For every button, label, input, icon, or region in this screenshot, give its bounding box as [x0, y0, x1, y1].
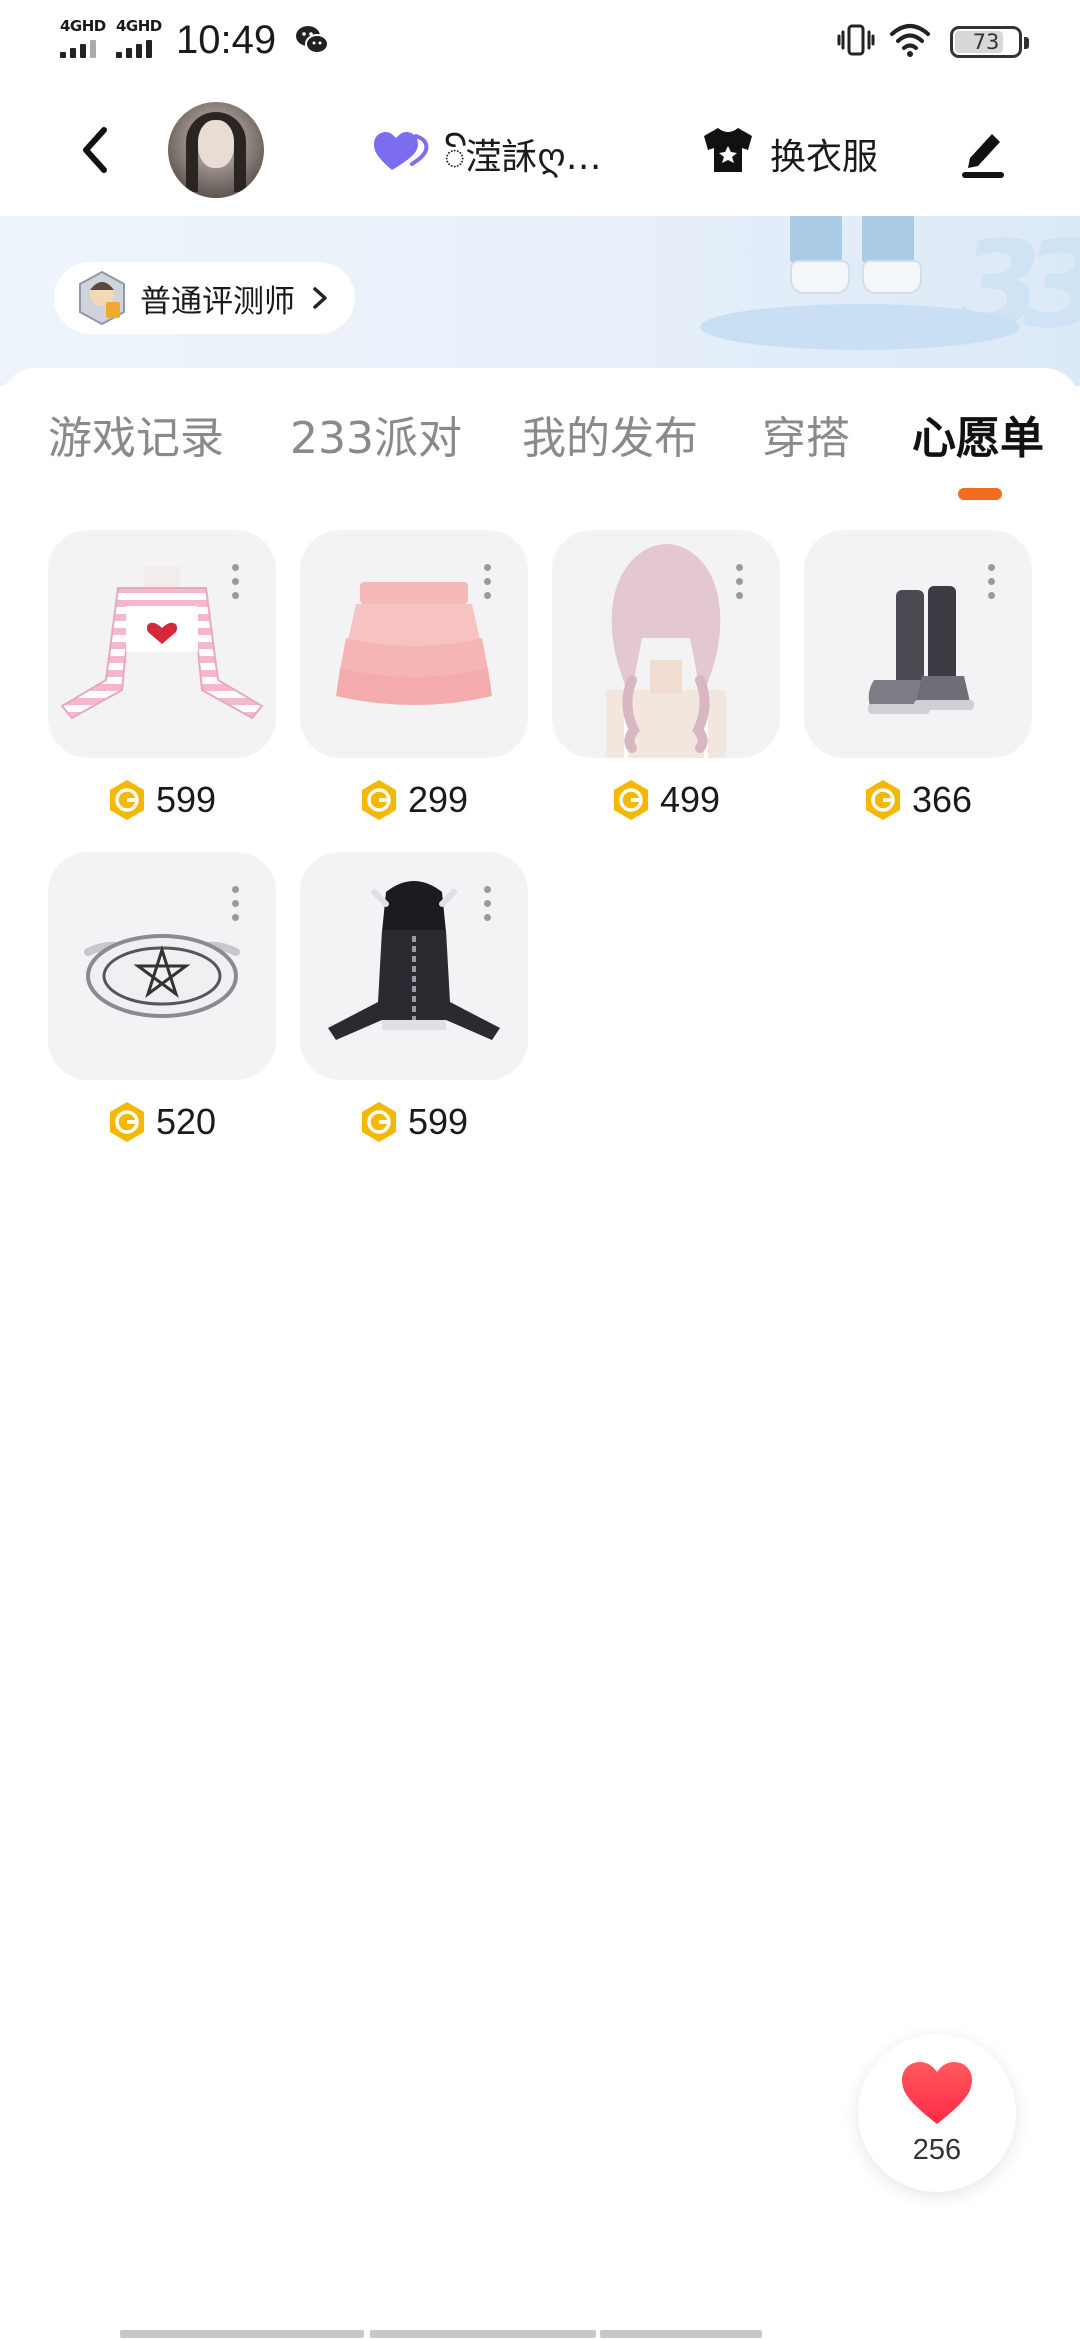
battery-icon: 73	[950, 26, 1029, 58]
wifi-icon	[890, 24, 930, 57]
back-button[interactable]	[70, 120, 120, 180]
battery-level: 73	[972, 30, 1000, 54]
like-button[interactable]: 256	[858, 2034, 1016, 2192]
username[interactable]: ꦼ滢訸ღ…	[444, 128, 602, 202]
price-value: 599	[155, 779, 217, 820]
coin-icon	[361, 1102, 396, 1142]
item-thumbnail[interactable]	[300, 530, 528, 758]
boots-image	[868, 586, 974, 714]
tab-wishlist[interactable]: 心愿单	[912, 402, 1044, 466]
avatar-shoe-left	[790, 216, 850, 296]
more-options-icon[interactable]	[482, 886, 492, 926]
shirt-icon[interactable]	[700, 124, 756, 176]
item-thumbnail[interactable]	[300, 852, 528, 1080]
price-value: 499	[659, 779, 721, 820]
price-value: 520	[155, 1101, 217, 1142]
signal-icon: 4GHD	[60, 17, 106, 58]
item-price: 599	[48, 776, 276, 824]
avatar[interactable]	[168, 102, 264, 198]
edit-icon[interactable]	[958, 124, 1008, 180]
item-thumbnail[interactable]	[48, 852, 276, 1080]
item-price: 366	[804, 776, 1032, 824]
tab-game-history[interactable]: 游戏记录	[48, 402, 224, 466]
reviewer-badge-icon	[79, 270, 125, 326]
coin-icon	[613, 780, 648, 820]
bottom-scroll-indicator	[120, 2330, 960, 2338]
profile-tabs: 游戏记录 233派对 我的发布 穿搭 心愿单	[0, 402, 1080, 482]
coin-icon	[361, 780, 396, 820]
signal-icon: 4GHD	[116, 17, 162, 58]
striped-top-image	[60, 566, 264, 720]
tab-outfits[interactable]: 穿搭	[762, 402, 850, 466]
heart-badge-icon	[374, 132, 429, 170]
item-price: 520	[48, 1098, 276, 1146]
tab-indicator	[958, 488, 1002, 500]
banner-platform	[700, 304, 1020, 350]
coin-icon	[109, 780, 144, 820]
wechat-icon	[296, 26, 329, 54]
pentagram-necklace-image	[84, 934, 240, 1018]
clock: 10:49	[176, 18, 277, 62]
coin-icon	[865, 780, 900, 820]
profile-header: ꦼ滢訸ღ… 换衣服	[0, 84, 1080, 216]
item-price: 599	[300, 1098, 528, 1146]
price-value: 599	[407, 1101, 469, 1142]
price-value: 366	[911, 779, 973, 820]
more-options-icon[interactable]	[482, 564, 492, 604]
vibrate-icon	[837, 24, 875, 56]
chevron-right-icon	[313, 287, 327, 309]
network-type-label: 4GHD	[60, 17, 106, 35]
more-options-icon[interactable]	[986, 564, 996, 604]
status-bar: 4GHD 4GHD 10:49 73	[0, 0, 1080, 84]
network-type-label: 4GHD	[116, 17, 162, 35]
price-value: 299	[407, 779, 469, 820]
reviewer-label: 普通评测师	[140, 283, 295, 320]
more-options-icon[interactable]	[230, 886, 240, 926]
item-price: 499	[552, 776, 780, 824]
tab-233-party[interactable]: 233派对	[290, 402, 462, 466]
avatar-shoe-right	[862, 216, 922, 296]
more-options-icon[interactable]	[734, 564, 744, 604]
item-price: 299	[300, 776, 528, 824]
coin-icon	[109, 1102, 144, 1142]
black-hoodie-image	[328, 881, 500, 1040]
item-thumbnail[interactable]	[804, 530, 1032, 758]
ruffle-skirt-image	[336, 582, 492, 705]
dress-up-button[interactable]: 换衣服	[770, 128, 878, 180]
profile-banner: 33 普通评测师	[0, 216, 1080, 386]
tab-my-posts[interactable]: 我的发布	[522, 402, 698, 466]
heart-icon	[902, 2062, 972, 2124]
item-thumbnail[interactable]	[48, 530, 276, 758]
more-options-icon[interactable]	[230, 564, 240, 604]
like-count: 256	[912, 2134, 962, 2166]
braided-hair-image	[606, 544, 726, 758]
item-thumbnail[interactable]	[552, 530, 780, 758]
reviewer-badge-button[interactable]: 普通评测师	[54, 262, 355, 334]
